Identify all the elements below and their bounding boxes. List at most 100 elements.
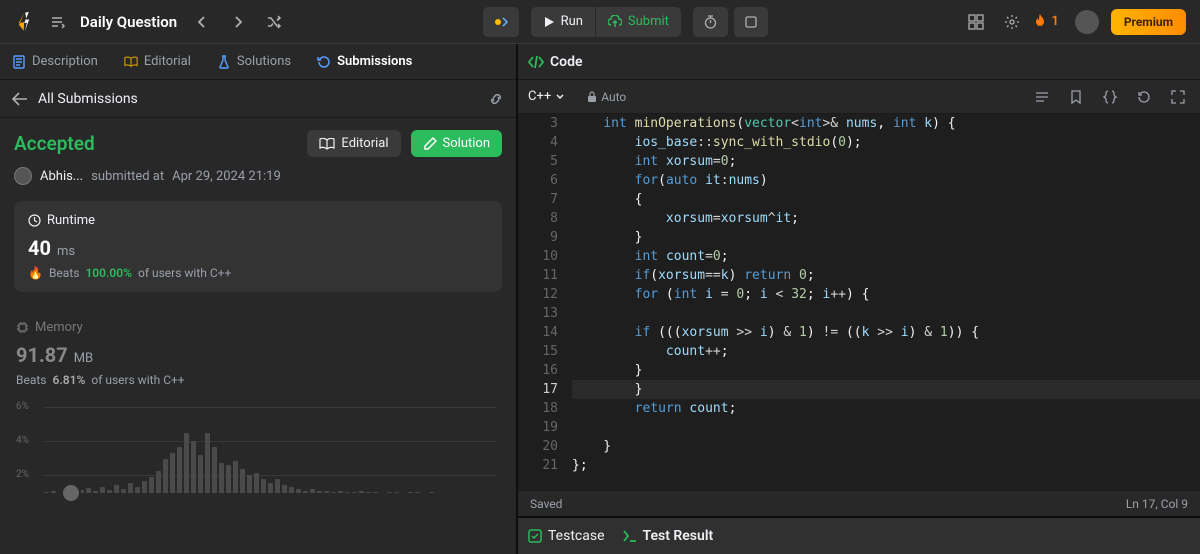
code-line: 21}; [518, 456, 1200, 475]
hist-bar [338, 491, 343, 493]
reset-icon[interactable] [1132, 85, 1156, 109]
hist-bar [373, 492, 378, 493]
tab-solutions[interactable]: Solutions [211, 50, 297, 73]
hist-bar [415, 492, 420, 493]
hist-bar [331, 492, 336, 493]
editorial-button[interactable]: Editorial [307, 130, 400, 157]
language-select[interactable]: C++ [528, 89, 565, 104]
code-line: 6 for(auto it:nums) [518, 171, 1200, 190]
tab-testcase[interactable]: Testcase [528, 528, 605, 544]
subheader-title: All Submissions [38, 91, 138, 107]
problem-list-icon[interactable] [42, 7, 72, 37]
hist-bar [359, 491, 364, 493]
settings-icon[interactable] [997, 7, 1027, 37]
copy-link-icon[interactable] [488, 91, 504, 107]
hist-bar [191, 441, 196, 493]
check-box-icon [528, 529, 542, 543]
back-icon[interactable] [12, 92, 28, 106]
leetcode-logo[interactable] [14, 11, 36, 33]
hist-bar [170, 453, 175, 493]
format-icon[interactable] [1030, 85, 1054, 109]
hist-bar [366, 492, 371, 493]
submit-label: Submit [628, 14, 669, 29]
save-status: Saved [530, 497, 562, 511]
debug-icon[interactable] [483, 7, 519, 37]
left-tabs: Description Editorial Solutions Submissi… [0, 44, 516, 80]
timer-icon[interactable] [693, 7, 728, 37]
bottom-tabs: Testcase Test Result [518, 516, 1200, 554]
hist-bar [310, 489, 315, 493]
user-avatar[interactable] [1075, 10, 1099, 34]
hist-bar [254, 473, 259, 493]
tab-test-result[interactable]: Test Result [623, 528, 714, 544]
code-line: 11 if(xorsum==k) return 0; [518, 266, 1200, 285]
next-icon[interactable] [223, 7, 253, 37]
runtime-card[interactable]: Runtime 40 ms 🔥 Beats 100.00% of users w… [14, 201, 502, 292]
hist-bar [149, 477, 154, 493]
memory-histogram: 6% 4% 2% [16, 405, 500, 493]
code-line: 13 [518, 304, 1200, 323]
editor-status-bar: Saved Ln 17, Col 9 [518, 490, 1200, 516]
hist-bar [184, 433, 189, 493]
bookmark-icon[interactable] [1064, 85, 1088, 109]
chevron-down-icon [555, 92, 565, 102]
premium-button[interactable]: Premium [1111, 9, 1186, 35]
hist-bar [352, 492, 357, 493]
hist-bar [128, 483, 133, 493]
code-line: 7 { [518, 190, 1200, 209]
streak-value: 1 [1051, 14, 1058, 29]
memory-card[interactable]: Memory 91.87 MB Beats 6.81% of users wit… [14, 308, 502, 505]
hist-bar [296, 489, 301, 493]
hist-bar [394, 492, 399, 493]
hist-bar [345, 492, 350, 493]
hist-bar [317, 491, 322, 493]
code-line: 15 count++; [518, 342, 1200, 361]
hist-bar [275, 479, 280, 493]
hist-bar [121, 489, 126, 493]
submit-button[interactable]: Submit [596, 7, 681, 37]
code-line: 16 } [518, 361, 1200, 380]
code-line: 18 return count; [518, 399, 1200, 418]
hist-bar [156, 471, 161, 493]
hist-bar [51, 491, 56, 493]
submissions-subheader: All Submissions [0, 80, 516, 118]
edit-icon [423, 137, 437, 151]
hist-bar [219, 463, 224, 493]
lock-icon [587, 91, 597, 103]
prev-icon[interactable] [187, 7, 217, 37]
hist-bar [205, 433, 210, 493]
tab-editorial[interactable]: Editorial [118, 50, 197, 73]
cloud-upload-icon [608, 15, 622, 29]
editor-toolbar: C++ Auto [518, 80, 1200, 114]
hist-bar [163, 459, 168, 493]
run-button[interactable]: Run [531, 7, 595, 37]
tab-description[interactable]: Description [6, 50, 104, 73]
note-icon[interactable] [734, 7, 768, 37]
hist-bar [303, 491, 308, 493]
solution-button[interactable]: Solution [411, 130, 502, 157]
history-icon [317, 55, 331, 69]
clock-icon [28, 214, 41, 227]
code-icon [528, 55, 544, 69]
hist-bar [289, 487, 294, 493]
hist-bar [261, 479, 266, 493]
hist-bar [44, 492, 49, 493]
hist-bar [324, 491, 329, 493]
tab-submissions[interactable]: Submissions [311, 50, 418, 73]
leaf-icon: 🔥 [28, 266, 43, 280]
shuffle-icon[interactable] [259, 7, 289, 37]
submitter-avatar [14, 167, 32, 185]
hist-bar [142, 481, 147, 493]
hist-bar [212, 447, 217, 493]
code-line: 9 } [518, 228, 1200, 247]
code-line: 20 } [518, 437, 1200, 456]
terminal-icon [623, 530, 637, 542]
code-line: 3 int minOperations(vector<int>& nums, i… [518, 114, 1200, 133]
braces-icon[interactable] [1098, 85, 1122, 109]
streak-counter[interactable]: 1 [1033, 14, 1058, 30]
runtime-value: 40 [28, 236, 51, 260]
layout-icon[interactable] [961, 7, 991, 37]
code-editor[interactable]: 3 int minOperations(vector<int>& nums, i… [518, 114, 1200, 490]
hist-bar [387, 492, 392, 493]
fullscreen-icon[interactable] [1166, 85, 1190, 109]
